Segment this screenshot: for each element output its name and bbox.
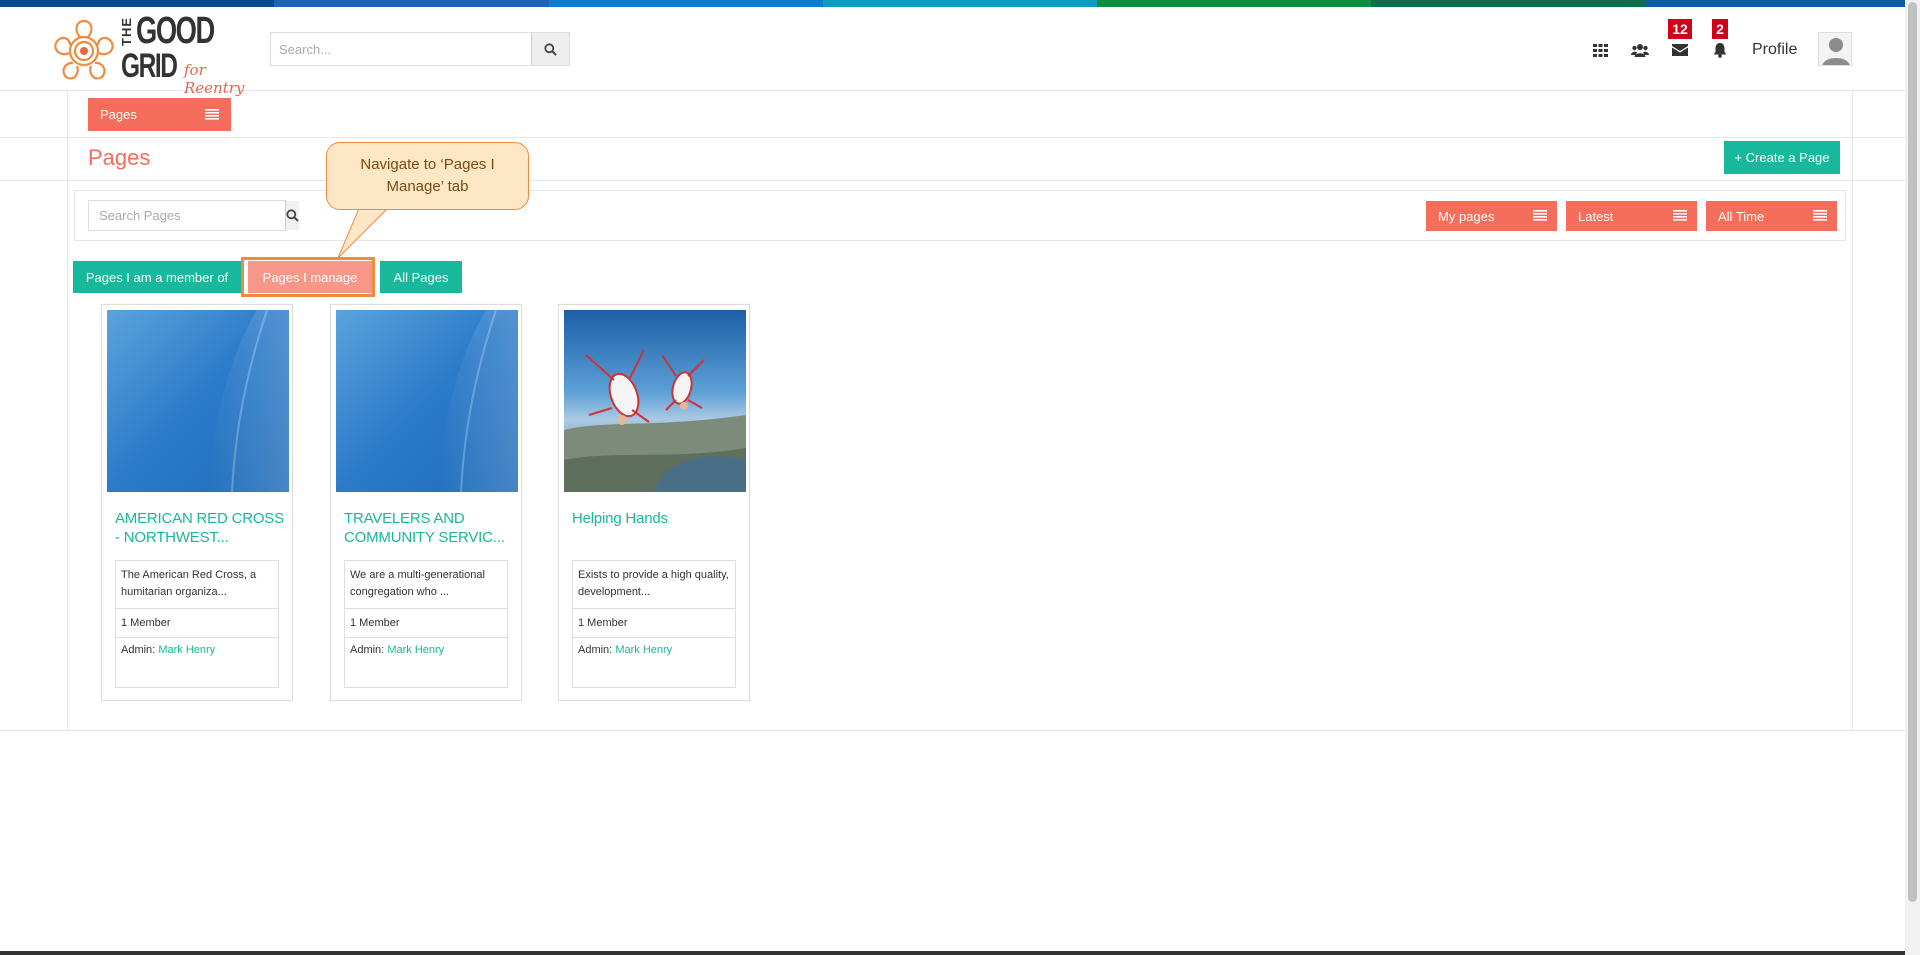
pages-search-input[interactable]	[89, 201, 285, 230]
app-window: THE GOOD GRID for Reentry Search... 12 2…	[0, 0, 1920, 955]
page-card-info: Exists to provide a high quality, develo…	[572, 560, 736, 688]
pages-search-button[interactable]	[285, 201, 299, 230]
filter-all-time[interactable]: All Time	[1706, 201, 1837, 231]
user-avatar-icon	[1822, 38, 1850, 65]
strip-segment	[1097, 0, 1372, 7]
global-search-button[interactable]	[531, 33, 569, 65]
content-border-left	[67, 91, 68, 731]
admin-label: Admin:	[350, 644, 385, 656]
filter-label: All Time	[1718, 208, 1765, 224]
messages-button[interactable]: 12	[1660, 19, 1700, 68]
blue-gradient-image	[107, 310, 289, 492]
logo-good: GOOD	[136, 10, 215, 52]
row-divider	[0, 180, 1905, 181]
page-card-image[interactable]	[564, 310, 746, 492]
filter-label: My pages	[1438, 208, 1495, 224]
menu-lines-icon	[1673, 210, 1687, 221]
page-card-title[interactable]: TRAVELERS AND COMMUNITY SERVIC...	[344, 509, 514, 547]
menu-lines-icon	[1813, 210, 1827, 221]
admin-name-link[interactable]: Mark Henry	[387, 644, 444, 656]
page-card-info: We are a multi-generational congregation…	[344, 560, 508, 688]
pages-search	[88, 200, 299, 231]
logo-the: THE	[119, 17, 134, 46]
global-search	[270, 32, 570, 66]
strip-segment	[1371, 0, 1646, 7]
page-title: Pages	[88, 145, 151, 170]
page-scrollbar[interactable]	[1905, 0, 1920, 955]
flower-logo-icon	[54, 19, 114, 80]
apps-button[interactable]	[1580, 32, 1620, 68]
menu-lines-icon	[1533, 210, 1547, 221]
strip-segment	[274, 0, 549, 7]
admin-label: Admin:	[578, 644, 613, 656]
site-header: THE GOOD GRID for Reentry Search... 12 2…	[0, 7, 1905, 97]
strip-segment	[1645, 0, 1920, 7]
page-card-admin: Admin: Mark Henry	[345, 638, 507, 662]
page-card-members: 1 Member	[345, 609, 507, 638]
page-card[interactable]: Helping Hands Exists to provide a high q…	[558, 304, 750, 701]
page-card-info: The American Red Cross, a humitarian org…	[115, 560, 279, 688]
strip-segment	[548, 0, 823, 7]
messages-badge: 12	[1668, 19, 1692, 39]
filter-label: Latest	[1578, 208, 1614, 224]
callout-pointer	[337, 206, 391, 258]
page-card-admin: Admin: Mark Henry	[116, 638, 278, 662]
pages-dropdown-label: Pages	[100, 107, 137, 122]
menu-lines-icon	[205, 109, 219, 120]
scrollbar-thumb[interactable]	[1908, 2, 1917, 902]
instruction-callout: Navigate to ‘Pages I Manage’ tab	[326, 142, 529, 210]
header-nav: 12 2 Profile	[1580, 19, 1797, 68]
admin-label: Admin:	[121, 644, 156, 656]
create-page-button[interactable]: + Create a Page	[1724, 141, 1840, 174]
row-divider	[0, 730, 1905, 731]
skydivers-photo	[564, 310, 746, 492]
notifications-icon	[1713, 42, 1727, 58]
row-divider	[0, 137, 1905, 138]
page-card-members: 1 Member	[116, 609, 278, 638]
page-card-image[interactable]	[336, 310, 518, 492]
strip-segment	[822, 0, 1098, 7]
tab-pages-member[interactable]: Pages I am a member of	[73, 261, 241, 293]
page-card-admin: Admin: Mark Henry	[573, 638, 735, 662]
strip-segment	[0, 0, 275, 7]
messages-icon	[1672, 44, 1688, 56]
tab-pages-manage[interactable]: Pages I manage	[248, 261, 372, 293]
page-card[interactable]: TRAVELERS AND COMMUNITY SERVIC... We are…	[330, 304, 522, 701]
notifications-badge: 2	[1712, 19, 1728, 39]
bottom-edge	[0, 951, 1905, 955]
content-border-right	[1852, 91, 1853, 731]
filter-latest[interactable]: Latest	[1566, 201, 1697, 231]
page-card-description: Exists to provide a high quality, develo…	[573, 561, 735, 609]
apps-grid-icon	[1592, 43, 1608, 57]
admin-name-link[interactable]: Mark Henry	[158, 644, 215, 656]
global-search-input[interactable]	[271, 33, 531, 65]
logo-grid: GRID	[121, 47, 178, 85]
page-card-description: The American Red Cross, a humitarian org…	[116, 561, 278, 609]
friends-button[interactable]	[1620, 32, 1660, 68]
logo-tagline: for Reentry	[184, 61, 245, 97]
page-card-description: We are a multi-generational congregation…	[345, 561, 507, 609]
tab-all-pages[interactable]: All Pages	[380, 261, 462, 293]
page-card[interactable]: AMERICAN RED CROSS - NORTHWEST... The Am…	[101, 304, 293, 701]
page-card-members: 1 Member	[573, 609, 735, 638]
admin-name-link[interactable]: Mark Henry	[615, 644, 672, 656]
search-icon	[286, 209, 299, 222]
top-color-strip	[0, 0, 1920, 7]
blue-gradient-image	[336, 310, 518, 492]
friends-icon	[1631, 44, 1649, 57]
page-card-title[interactable]: AMERICAN RED CROSS - NORTHWEST...	[115, 509, 285, 547]
user-avatar[interactable]	[1818, 32, 1852, 66]
notifications-button[interactable]: 2	[1700, 19, 1740, 68]
filter-my-pages[interactable]: My pages	[1426, 201, 1557, 231]
page-card-image[interactable]	[107, 310, 289, 492]
profile-link[interactable]: Profile	[1752, 41, 1797, 59]
pages-section-dropdown[interactable]: Pages	[88, 98, 231, 131]
good-grid-logo[interactable]: THE GOOD GRID for Reentry	[48, 10, 263, 97]
search-icon	[544, 42, 557, 56]
page-card-title[interactable]: Helping Hands	[572, 509, 742, 528]
